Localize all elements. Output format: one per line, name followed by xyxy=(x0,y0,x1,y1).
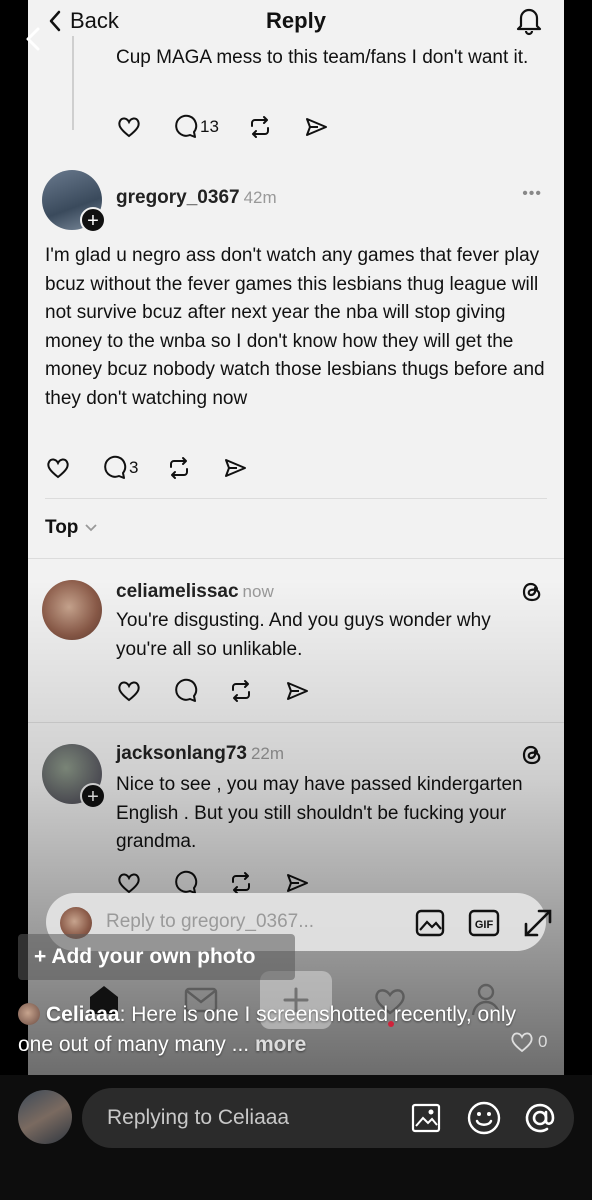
sort-label: Top xyxy=(45,517,79,538)
like-button[interactable] xyxy=(45,455,71,481)
image-icon[interactable] xyxy=(410,1102,442,1134)
post-username[interactable]: gregory_0367 42m xyxy=(116,187,277,209)
send-icon xyxy=(305,118,327,136)
more-options-button[interactable]: ••• xyxy=(522,185,542,203)
like-button[interactable] xyxy=(116,114,142,140)
repost-button[interactable] xyxy=(166,455,192,481)
heart-icon xyxy=(118,117,140,138)
divider xyxy=(28,722,564,723)
story-like-button[interactable]: 0 xyxy=(510,1031,547,1053)
dm-input-bar[interactable]: Replying to Celiaaa xyxy=(82,1088,574,1148)
threads-icon xyxy=(522,582,541,602)
share-button[interactable] xyxy=(222,455,248,481)
expand-icon[interactable] xyxy=(522,907,554,939)
reply-time: now xyxy=(242,582,274,601)
comment-button[interactable]: 13 xyxy=(172,114,219,140)
reply-text: You're disgusting. And you guys wonder w… xyxy=(116,610,491,660)
reply-time: 22m xyxy=(250,744,285,763)
username-text: gregory_0367 xyxy=(116,187,240,208)
main-post-actions: 3 xyxy=(45,455,278,481)
chevron-down-icon xyxy=(85,524,98,532)
main-post-text: I'm glad u negro ass don't watch any gam… xyxy=(45,245,545,409)
sort-dropdown[interactable]: Top xyxy=(45,517,98,539)
caption-username[interactable]: Celiaaa xyxy=(46,1003,120,1026)
dm-input[interactable]: Replying to Celiaaa xyxy=(107,1106,289,1130)
username-text: celiamelissac xyxy=(116,581,239,602)
parent-post-actions: 13 xyxy=(116,114,359,140)
reply-username[interactable]: celiamelissac now xyxy=(116,581,274,603)
divider xyxy=(45,498,547,499)
header: Back Reply xyxy=(28,0,564,44)
username-text: jacksonlang73 xyxy=(116,743,247,764)
reply-count: 13 xyxy=(200,117,219,136)
add-photo-button[interactable]: + Add your own photo xyxy=(18,934,295,980)
repost-icon xyxy=(232,680,250,702)
more-link[interactable]: more xyxy=(255,1033,306,1056)
reply-username[interactable]: jacksonlang73 22m xyxy=(116,743,284,765)
at-icon[interactable] xyxy=(522,1100,558,1136)
reply-actions xyxy=(116,678,340,704)
reply-input[interactable]: Reply to gregory_0367... xyxy=(106,911,314,933)
follow-plus-button[interactable]: + xyxy=(80,207,106,233)
follow-plus-button[interactable]: + xyxy=(80,783,106,809)
comment-icon xyxy=(175,114,198,138)
heart-icon xyxy=(511,1032,533,1053)
avatar[interactable] xyxy=(42,580,102,640)
avatar xyxy=(18,1090,72,1144)
post-time: 42m xyxy=(243,188,277,207)
threads-icon xyxy=(522,745,541,765)
repost-icon xyxy=(250,116,269,138)
heart-icon xyxy=(47,458,69,479)
comment-icon xyxy=(175,678,198,702)
repost-button[interactable] xyxy=(228,678,254,704)
image-icon[interactable] xyxy=(414,907,446,939)
reply-count: 3 xyxy=(129,458,139,477)
threads-screen: Back Reply Cup MAGA mess to this team/fa… xyxy=(28,0,564,1075)
heart-icon xyxy=(118,681,140,702)
like-count: 0 xyxy=(538,1032,548,1051)
svg-text:GIF: GIF xyxy=(475,919,494,931)
comment-icon xyxy=(104,455,127,479)
share-button[interactable] xyxy=(303,114,329,140)
thread-line xyxy=(72,36,74,130)
comment-button[interactable] xyxy=(172,678,198,704)
repost-icon xyxy=(170,457,189,479)
reply-text: Nice to see , you may have passed kinder… xyxy=(116,774,523,852)
repost-button[interactable] xyxy=(247,114,273,140)
emoji-icon[interactable] xyxy=(466,1100,502,1136)
story-caption[interactable]: Celiaaa: Here is one I screenshotted rec… xyxy=(18,1000,518,1060)
comment-button[interactable]: 3 xyxy=(101,455,138,481)
close-icon[interactable] xyxy=(20,26,46,52)
page-title: Reply xyxy=(266,8,326,33)
gif-icon[interactable]: GIF xyxy=(468,907,500,939)
bell-icon[interactable] xyxy=(514,4,544,36)
send-icon xyxy=(225,459,247,477)
divider xyxy=(28,558,564,559)
like-button[interactable] xyxy=(116,678,142,704)
send-icon xyxy=(287,682,308,700)
share-button[interactable] xyxy=(284,678,310,704)
parent-post-text: Cup MAGA mess to this team/fans I don't … xyxy=(116,47,529,68)
